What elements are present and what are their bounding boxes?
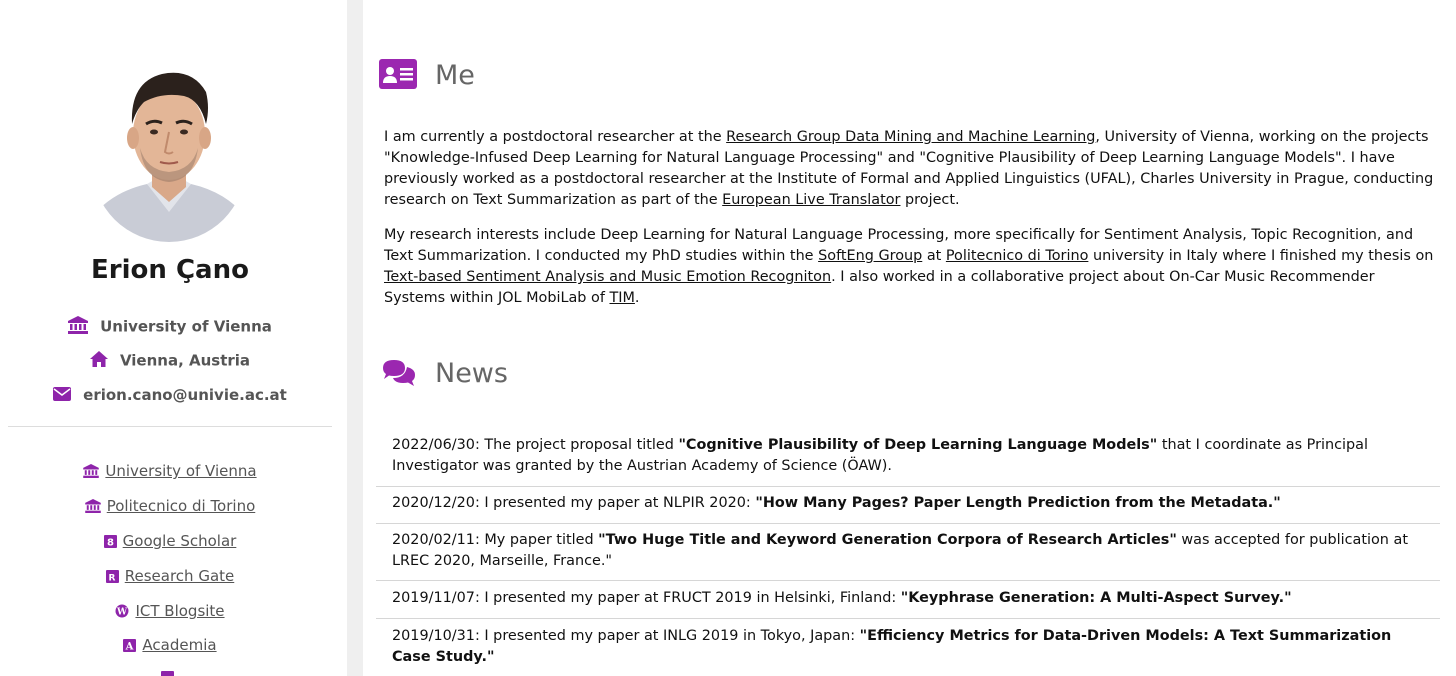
location-text: Vienna, Austria bbox=[119, 351, 251, 370]
link-softeng-group[interactable]: SoftEng Group bbox=[818, 248, 922, 264]
link-politecnico-di-torino[interactable]: Politecnico di Torino bbox=[0, 497, 340, 517]
link-ict-blogsite[interactable]: W ICT Blogsite bbox=[0, 602, 340, 622]
id-card-icon bbox=[379, 59, 417, 93]
link-label[interactable]: Academia bbox=[142, 636, 216, 654]
svg-text:A: A bbox=[125, 642, 134, 653]
affiliation-text: University of Vienna bbox=[100, 317, 272, 336]
link-next-partial[interactable] bbox=[0, 668, 340, 676]
university-icon bbox=[84, 499, 101, 517]
link-european-live-translator[interactable]: European Live Translator bbox=[722, 192, 900, 208]
affiliation-row: University of Vienna bbox=[0, 316, 340, 338]
news-item: 2019/11/07: I presented my paper at FRUC… bbox=[376, 588, 1440, 619]
link-label[interactable]: University of Vienna bbox=[105, 462, 256, 480]
university-icon bbox=[68, 316, 89, 338]
link-politecnico[interactable]: Politecnico di Torino bbox=[946, 248, 1088, 264]
profile-name: Erion Çano bbox=[91, 255, 249, 285]
link-university-of-vienna[interactable]: University of Vienna bbox=[0, 462, 340, 482]
comments-icon bbox=[381, 358, 417, 392]
section-title-news: News bbox=[435, 358, 508, 389]
home-icon bbox=[89, 351, 108, 371]
sidebar: Erion Çano University of Vienna Vienna, … bbox=[0, 0, 347, 676]
email-text[interactable]: erion.cano@univie.ac.at bbox=[83, 386, 287, 404]
link-thesis[interactable]: Text-based Sentiment Analysis and Music … bbox=[384, 269, 831, 285]
link-icon bbox=[160, 670, 174, 676]
link-research-gate[interactable]: R Research Gate bbox=[0, 567, 340, 587]
wordpress-icon: W bbox=[115, 604, 129, 622]
google-scholar-icon: 8 bbox=[103, 534, 117, 552]
researchgate-icon: R bbox=[105, 569, 119, 587]
link-label[interactable]: ICT Blogsite bbox=[135, 602, 224, 620]
news-link[interactable]: Two Huge Title and Keyword Generation Co… bbox=[606, 532, 1170, 548]
link-label[interactable]: Research Gate bbox=[125, 567, 235, 585]
link-label[interactable]: Google Scholar bbox=[123, 532, 237, 550]
academia-icon: A bbox=[123, 638, 137, 656]
svg-text:8: 8 bbox=[107, 538, 114, 549]
svg-text:W: W bbox=[116, 608, 128, 618]
email-row[interactable]: erion.cano@univie.ac.at bbox=[0, 386, 340, 405]
sidebar-divider bbox=[8, 426, 332, 427]
column-gap bbox=[347, 0, 363, 676]
news-item: 2020/12/20: I presented my paper at NLPI… bbox=[376, 493, 1440, 524]
location-row: Vienna, Austria bbox=[0, 351, 340, 371]
me-paragraph-2: My research interests include Deep Learn… bbox=[384, 227, 1434, 306]
link-google-scholar[interactable]: 8 Google Scholar bbox=[0, 532, 340, 552]
envelope-icon bbox=[53, 386, 72, 405]
svg-text:R: R bbox=[108, 574, 115, 584]
news-link[interactable]: Keyphrase Generation: A Multi-Aspect Sur… bbox=[908, 590, 1284, 606]
news-item: 2022/06/30: The project proposal titled … bbox=[376, 435, 1440, 487]
link-tim[interactable]: TIM bbox=[609, 290, 634, 306]
news-item: 2020/02/11: My paper titled "Two Huge Ti… bbox=[376, 530, 1440, 581]
profile-photo bbox=[92, 52, 246, 242]
news-item: 2019/10/31: I presented my paper at INLG… bbox=[392, 628, 1392, 665]
news-link[interactable]: How Many Pages? Paper Length Prediction … bbox=[763, 495, 1273, 511]
section-title-me: Me bbox=[435, 60, 475, 91]
link-academia[interactable]: A Academia bbox=[0, 636, 340, 656]
link-label[interactable]: Politecnico di Torino bbox=[107, 497, 256, 515]
link-research-group[interactable]: Research Group Data Mining and Machine L… bbox=[726, 129, 1095, 145]
me-paragraph-1: I am currently a postdoctoral researcher… bbox=[384, 129, 1434, 208]
university-icon bbox=[83, 464, 100, 482]
main-content: Me I am currently a postdoctoral researc… bbox=[363, 0, 1456, 676]
